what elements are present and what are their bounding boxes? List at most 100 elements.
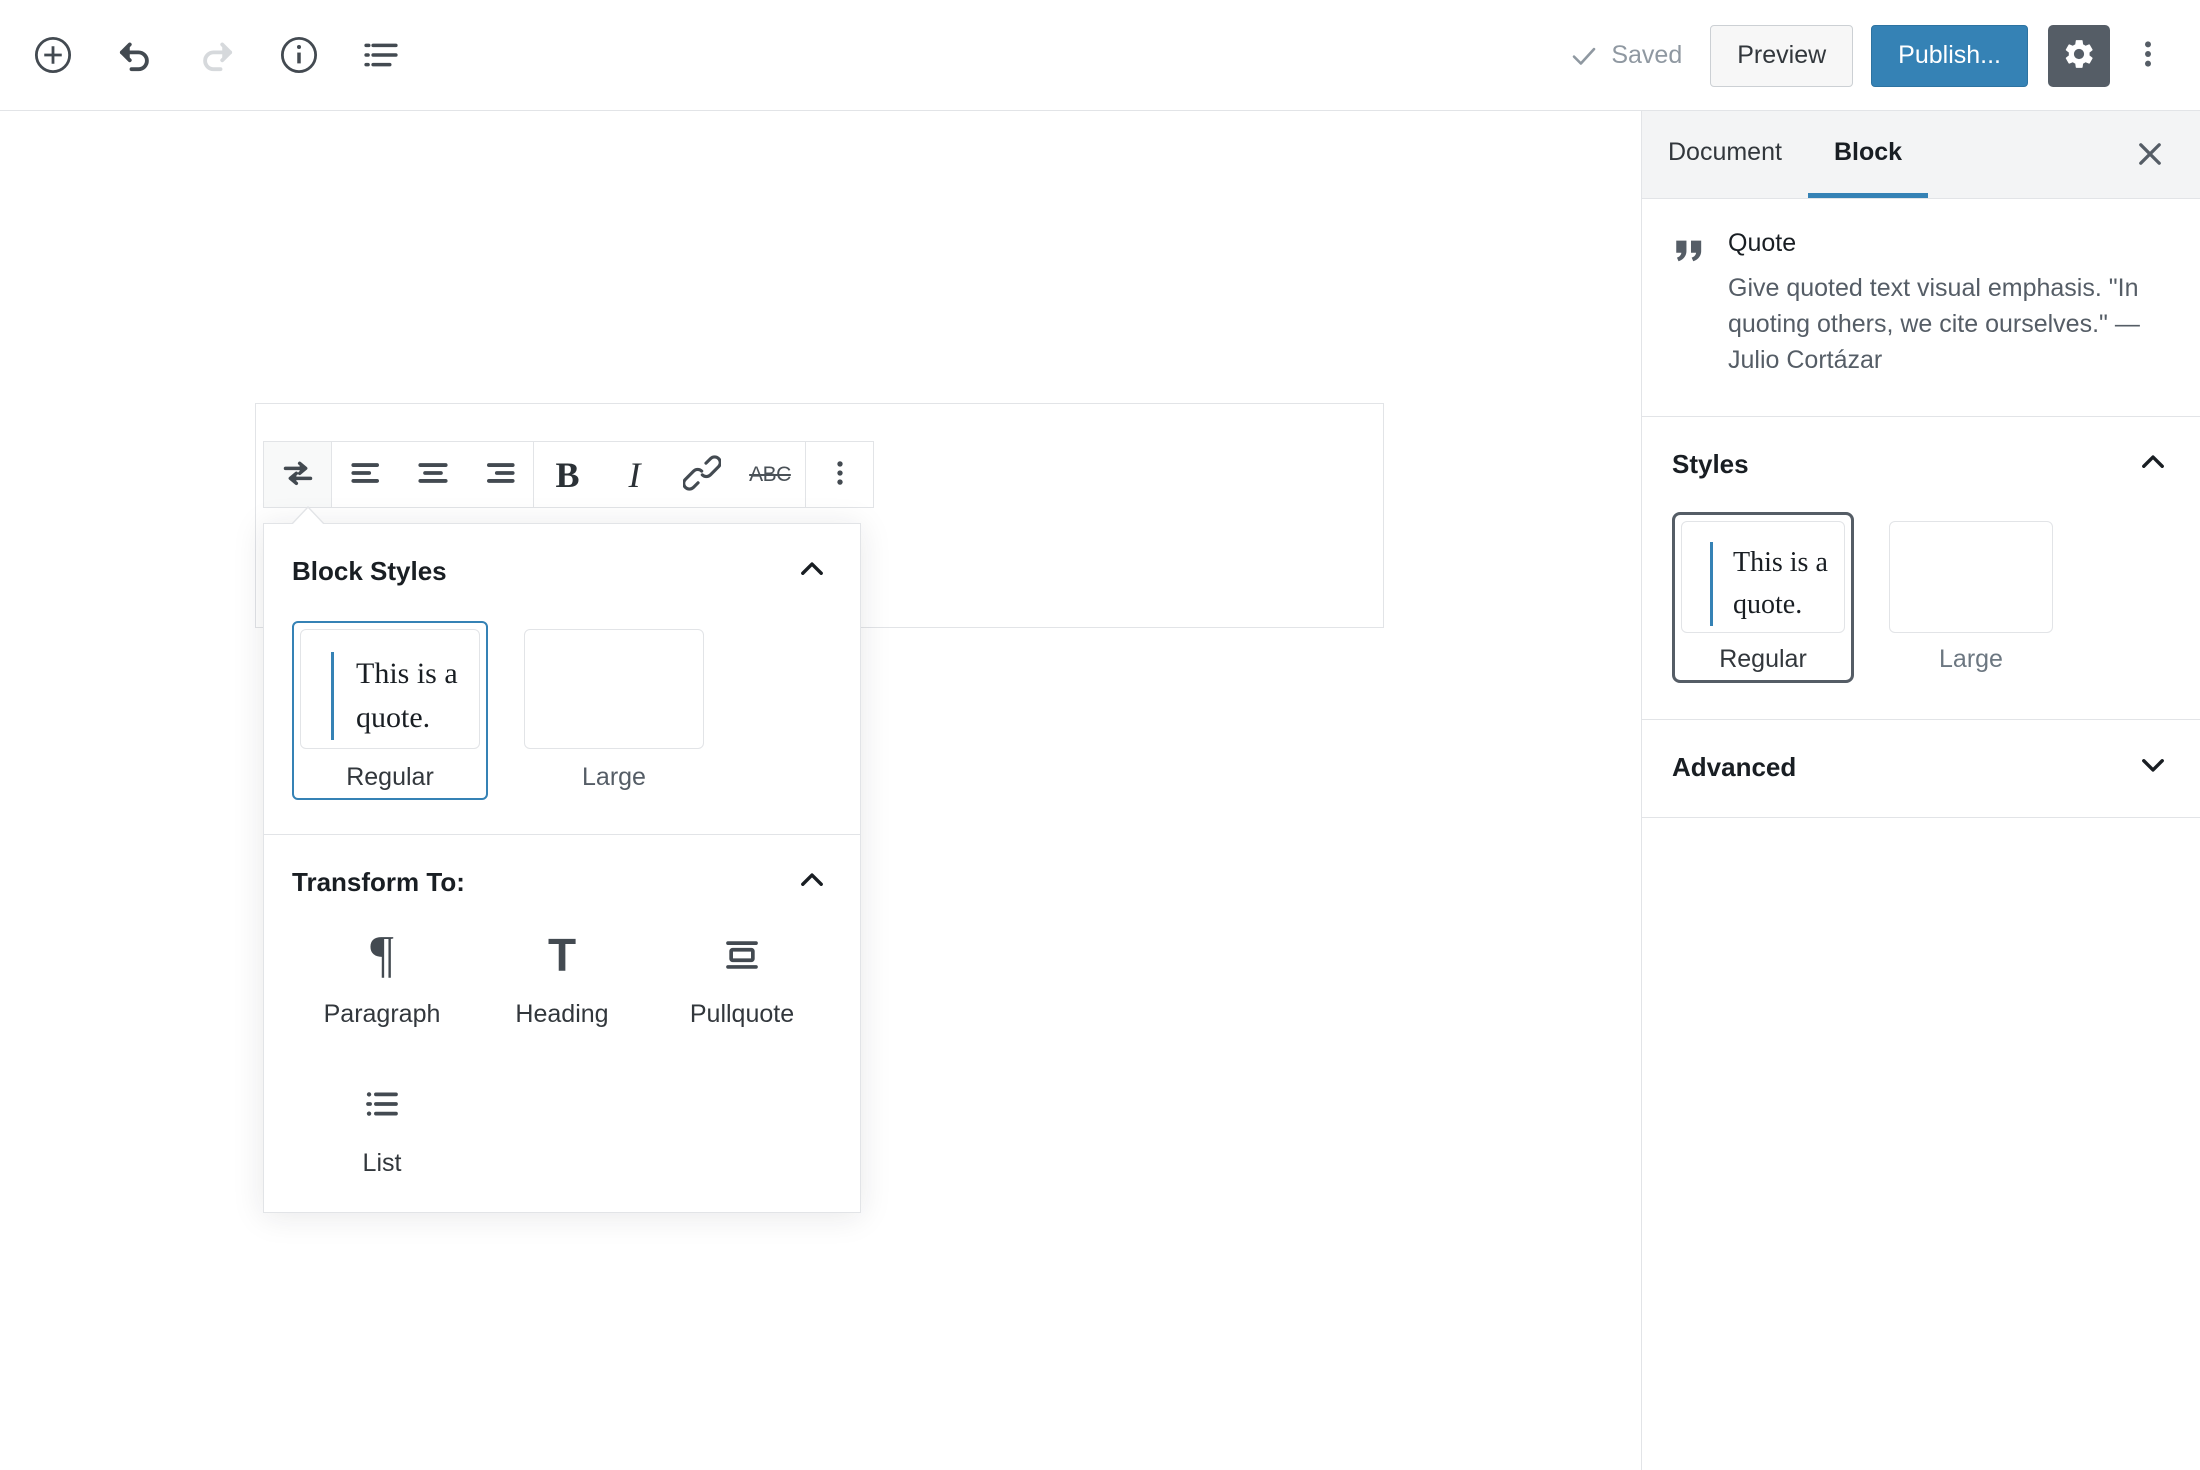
top-bar-left-tools [0, 24, 412, 86]
block-styles-title: Block Styles [292, 556, 447, 587]
block-toolbar: B I ABC [263, 441, 874, 508]
heading-t-icon: T [548, 932, 576, 978]
block-transform-icon [278, 453, 318, 496]
gutenberg-editor: Saved Preview Publish... [0, 0, 2200, 1470]
chevron-down-icon[interactable] [2136, 748, 2170, 787]
pullquote-icon [721, 932, 763, 978]
transform-label-heading: Heading [515, 1000, 608, 1029]
align-center-button[interactable] [399, 442, 466, 507]
styles-panel-title: Styles [1672, 449, 1749, 480]
gear-icon [2062, 37, 2096, 74]
align-left-button[interactable] [332, 442, 399, 507]
transform-label-pullquote: Pullquote [690, 1000, 794, 1029]
popover-caret-icon [291, 506, 325, 524]
editor-top-bar: Saved Preview Publish... [0, 0, 2200, 111]
block-styles-options: This is a quote. Regular Large [292, 621, 832, 800]
transform-label-paragraph: Paragraph [324, 1000, 441, 1029]
more-menu-button[interactable] [2120, 25, 2176, 87]
transform-option-list[interactable]: List [292, 1081, 472, 1178]
saved-status-label: Saved [1611, 41, 1682, 70]
styles-panel: Styles This is a quote. Regular [1642, 417, 2200, 720]
block-style-preview-text-regular: This is a quote. [331, 652, 480, 740]
bold-button[interactable]: B [534, 442, 601, 507]
block-toolbar-group-align [332, 442, 534, 507]
sidebar-style-preview-regular: This is a quote. [1681, 521, 1845, 633]
pilcrow-icon: ¶ [370, 932, 394, 978]
block-transform-button[interactable] [264, 442, 331, 507]
sidebar-style-preview-text-regular: This is a quote. [1710, 542, 1845, 626]
link-icon [683, 454, 721, 495]
block-style-label-regular: Regular [300, 763, 480, 792]
editor-canvas[interactable]: B I ABC [0, 111, 1641, 1470]
preview-button[interactable]: Preview [1710, 25, 1853, 87]
sidebar-style-label-regular: Regular [1681, 645, 1845, 674]
link-button[interactable] [668, 442, 735, 507]
strikethrough-label: ABC [749, 463, 791, 487]
close-x-icon [2133, 137, 2167, 174]
block-more-button[interactable] [806, 442, 873, 507]
block-description: Give quoted text visual emphasis. "In qu… [1728, 270, 2146, 378]
sidebar-tabs: Document Block [1642, 111, 2200, 199]
italic-button[interactable]: I [601, 442, 668, 507]
block-toolbar-group-more [806, 442, 873, 507]
kebab-menu-icon [824, 457, 856, 492]
strikethrough-button[interactable]: ABC [735, 442, 805, 507]
transform-option-heading[interactable]: T Heading [472, 932, 652, 1029]
transform-to-title: Transform To: [292, 867, 465, 898]
block-info-card: Quote Give quoted text visual emphasis. … [1642, 199, 2200, 417]
tab-document[interactable]: Document [1642, 111, 1808, 198]
advanced-panel-title: Advanced [1672, 752, 1796, 783]
publish-button[interactable]: Publish... [1871, 25, 2028, 87]
align-right-icon [481, 454, 519, 495]
block-style-preview-large [524, 629, 704, 749]
top-bar-right-actions: Saved Preview Publish... [1569, 0, 2176, 111]
block-style-preview-regular: This is a quote. [300, 629, 480, 749]
block-navigation-icon[interactable] [350, 24, 412, 86]
settings-sidebar: Document Block Quote Give [1641, 111, 2200, 1470]
chevron-up-icon[interactable] [795, 552, 829, 591]
align-center-icon [414, 454, 452, 495]
sidebar-style-option-large[interactable]: Large [1880, 512, 2062, 683]
close-sidebar-button[interactable] [2120, 125, 2180, 185]
chevron-up-icon[interactable] [2136, 445, 2170, 484]
italic-label: I [629, 454, 641, 496]
transform-to-options: ¶ Paragraph T Heading [292, 932, 832, 1178]
info-icon[interactable] [268, 24, 330, 86]
advanced-panel-header[interactable]: Advanced [1672, 748, 2170, 787]
redo-icon[interactable] [186, 24, 248, 86]
transform-to-header[interactable]: Transform To: [292, 863, 832, 902]
block-toolbar-group-format: B I ABC [534, 442, 806, 507]
add-block-icon[interactable] [22, 24, 84, 86]
block-toolbar-group-transform [264, 442, 332, 507]
transform-option-pullquote[interactable]: Pullquote [652, 932, 832, 1029]
settings-button[interactable] [2048, 25, 2110, 87]
transform-option-paragraph[interactable]: ¶ Paragraph [292, 932, 472, 1029]
block-name: Quote [1728, 229, 2146, 258]
transform-label-list: List [363, 1149, 402, 1178]
block-styles-section: Block Styles This is a quote. Regular [264, 524, 860, 834]
block-styles-header[interactable]: Block Styles [292, 552, 832, 591]
align-left-icon [347, 454, 385, 495]
block-style-label-large: Large [524, 763, 704, 792]
block-style-option-regular[interactable]: This is a quote. Regular [292, 621, 488, 800]
block-transform-popover: Block Styles This is a quote. Regular [263, 523, 861, 1213]
kebab-menu-icon [2131, 37, 2165, 74]
sidebar-style-option-regular[interactable]: This is a quote. Regular [1672, 512, 1854, 683]
tab-block[interactable]: Block [1808, 111, 1928, 198]
sidebar-style-label-large: Large [1889, 645, 2053, 674]
block-style-option-large[interactable]: Large [516, 621, 712, 800]
checkmark-icon [1569, 41, 1599, 71]
block-info-text: Quote Give quoted text visual emphasis. … [1728, 229, 2146, 378]
sidebar-style-preview-large [1889, 521, 2053, 633]
transform-to-section: Transform To: ¶ Paragraph [264, 834, 860, 1212]
styles-panel-header[interactable]: Styles [1672, 445, 2170, 484]
advanced-panel: Advanced [1642, 720, 2200, 818]
bulleted-list-icon [361, 1081, 403, 1127]
styles-panel-options: This is a quote. Regular Large [1672, 512, 2170, 683]
quotation-mark-icon [1672, 235, 1706, 378]
undo-icon[interactable] [104, 24, 166, 86]
bold-label: B [555, 454, 579, 496]
chevron-up-icon[interactable] [795, 863, 829, 902]
saved-status: Saved [1569, 41, 1682, 71]
align-right-button[interactable] [466, 442, 533, 507]
